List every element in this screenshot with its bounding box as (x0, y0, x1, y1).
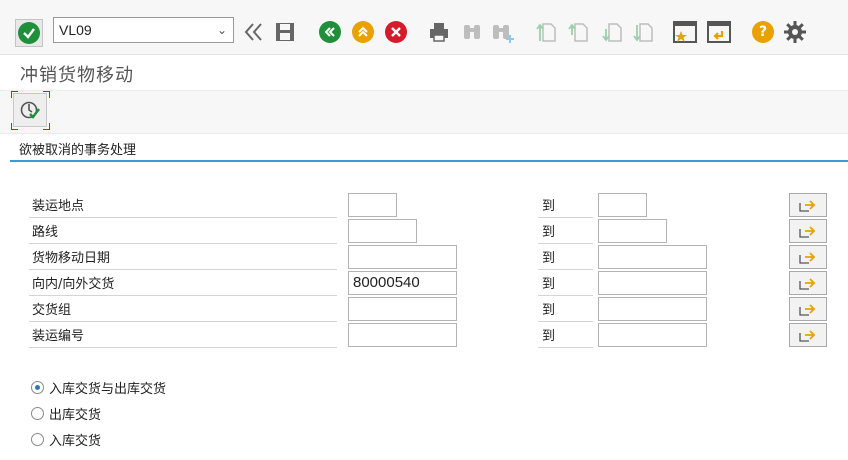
next-page-icon[interactable] (599, 18, 625, 46)
multiple-selection-button[interactable] (789, 297, 827, 321)
cancel-icon[interactable] (383, 18, 409, 46)
multiple-selection-icon (799, 304, 816, 316)
route-from-input[interactable] (348, 219, 417, 243)
print-icon[interactable] (426, 18, 452, 46)
first-page-icon[interactable] (533, 18, 559, 46)
to-label: 到 (538, 322, 593, 348)
multiple-selection-icon (799, 252, 816, 264)
row-label-route: 路线 (29, 218, 337, 244)
shipping-point-from-input[interactable] (348, 193, 397, 217)
execute-button[interactable] (13, 93, 47, 127)
settings-icon[interactable] (782, 18, 808, 46)
multiple-selection-icon (799, 330, 816, 342)
multiple-selection-icon (799, 278, 816, 290)
enter-button[interactable] (15, 19, 43, 47)
to-label: 到 (538, 270, 593, 296)
back-icon[interactable] (317, 18, 343, 46)
route-to-input[interactable] (598, 219, 667, 243)
focus-corner (43, 91, 50, 98)
chevron-down-icon[interactable]: ⌄ (217, 18, 227, 42)
command-field-value: VL09 (59, 22, 92, 38)
to-label: 到 (538, 244, 593, 270)
shortcut-icon[interactable] (705, 18, 733, 46)
focus-corner (11, 91, 18, 98)
multiple-selection-icon (799, 200, 816, 212)
help-icon[interactable]: ? (750, 18, 776, 46)
radio-label: 出库交货 (49, 407, 102, 423)
multiple-selection-button[interactable] (789, 271, 827, 295)
find-icon[interactable] (459, 18, 485, 46)
focus-corner (11, 123, 18, 130)
focus-corner (43, 123, 50, 130)
multiple-selection-button[interactable] (789, 323, 827, 347)
previous-page-icon[interactable] (565, 18, 591, 46)
radio-option-inbound-and-outbound[interactable]: 入库交货与出库交货 (31, 378, 167, 397)
shipment-number-to-input[interactable] (598, 323, 707, 347)
radio-option-outbound[interactable]: 出库交货 (31, 404, 102, 423)
back-double-icon[interactable] (241, 18, 267, 46)
radio-label: 入库交货与出库交货 (49, 381, 167, 397)
group-title: 欲被取消的事务处理 (10, 140, 848, 162)
multiple-selection-button[interactable] (789, 219, 827, 243)
radio-button[interactable] (31, 406, 44, 420)
page-title: 冲销货物移动 (20, 65, 134, 86)
multiple-selection-button[interactable] (789, 245, 827, 269)
to-label: 到 (538, 296, 593, 322)
row-label-delivery: 向内/向外交货 (29, 270, 337, 296)
radio-label: 入库交货 (49, 433, 102, 449)
screen-toolbar (0, 90, 848, 134)
delivery-group-from-input[interactable] (348, 297, 457, 321)
shipping-point-to-input[interactable] (598, 193, 647, 217)
create-session-icon[interactable] (671, 18, 699, 46)
delivery-to-input[interactable] (598, 271, 707, 295)
goods-movement-date-from-input[interactable] (348, 245, 457, 269)
row-label-shipment-number: 装运编号 (29, 322, 337, 348)
save-icon[interactable] (272, 18, 298, 46)
multiple-selection-button[interactable] (789, 193, 827, 217)
radio-button[interactable] (31, 432, 44, 446)
last-page-icon[interactable] (630, 18, 656, 46)
row-label-delivery-group: 交货组 (29, 296, 337, 322)
find-next-icon[interactable] (490, 18, 516, 46)
application-toolbar: VL09 ⌄ ? (0, 0, 848, 55)
delivery-group-to-input[interactable] (598, 297, 707, 321)
to-label: 到 (538, 218, 593, 244)
delivery-from-input[interactable]: 80000540 (348, 271, 457, 295)
execute-icon (20, 101, 40, 119)
command-field[interactable]: VL09 ⌄ (53, 17, 234, 43)
row-label-shipping-point: 装运地点 (29, 192, 337, 218)
radio-option-inbound[interactable]: 入库交货 (31, 430, 102, 449)
goods-movement-date-to-input[interactable] (598, 245, 707, 269)
row-label-goods-movement-date: 货物移动日期 (29, 244, 337, 270)
radio-button-selected[interactable] (31, 380, 44, 394)
shipment-number-from-input[interactable] (348, 323, 457, 347)
to-label: 到 (538, 192, 593, 218)
check-icon (18, 22, 40, 44)
multiple-selection-icon (799, 226, 816, 238)
exit-icon[interactable] (350, 18, 376, 46)
